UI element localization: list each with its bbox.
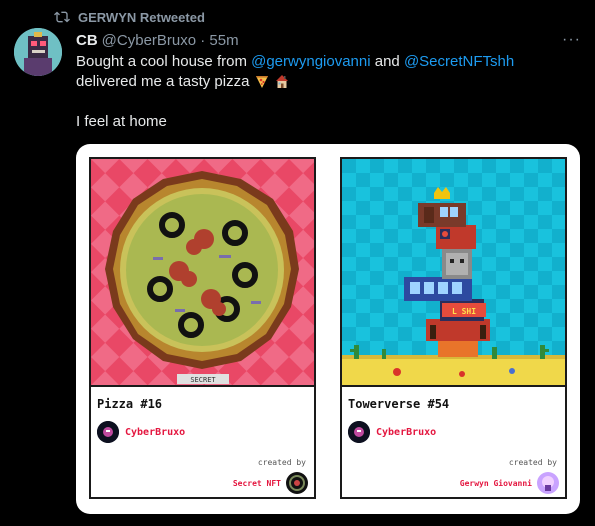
tweet-header: CB @CyberBruxo · 55m ··· <box>76 30 581 50</box>
pizza-artwork: SECRET <box>91 159 314 385</box>
handle-and-time[interactable]: @CyberBruxo · 55m <box>102 32 239 49</box>
text-segment: Bought a cool house from <box>76 53 252 70</box>
owner-avatar <box>97 421 119 443</box>
more-icon[interactable]: ··· <box>562 31 581 49</box>
creator-name: Secret NFT <box>232 478 281 488</box>
house-emoji-icon <box>275 75 288 88</box>
mention-secretnftshh[interactable]: @SecretNFTshh <box>404 53 514 70</box>
pizza-art-caption: SECRET <box>190 376 216 384</box>
card-divider <box>342 385 565 387</box>
avatar[interactable] <box>14 28 62 76</box>
owner-avatar <box>348 421 370 443</box>
card-divider <box>91 385 314 387</box>
nft-card-pizza[interactable]: SECRET Pizza #16 CyberBruxo created by S… <box>89 157 316 499</box>
tweet-line-2: I feel at home <box>76 113 167 130</box>
mention-gerwyngiovanni[interactable]: @gerwyngiovanni <box>251 53 370 70</box>
retweet-icon <box>54 11 70 23</box>
creator-info[interactable]: Secret NFT <box>233 472 308 494</box>
retweet-context[interactable]: GERWYN Retweeted <box>54 8 205 26</box>
tweet-media[interactable]: SECRET Pizza #16 CyberBruxo created by S… <box>76 144 580 514</box>
tweet-text: Bought a cool house from @gerwyngiovanni… <box>76 52 576 132</box>
creator-avatar <box>286 472 308 494</box>
creator-avatar <box>537 472 559 494</box>
retweet-label: GERWYN Retweeted <box>78 9 205 25</box>
owner-info[interactable]: CyberBruxo <box>348 421 436 443</box>
creator-name: Gerwyn Giovanni <box>459 478 532 488</box>
owner-name: CyberBruxo <box>125 426 186 438</box>
tower-sign-text: L SHI <box>452 307 476 316</box>
nft-card-towerverse[interactable]: L SHI Towerverse #54 CyberBruxo created … <box>340 157 567 499</box>
creator-info[interactable]: Gerwyn Giovanni <box>460 472 559 494</box>
created-by-label: created by <box>257 458 306 467</box>
towerverse-artwork: L SHI <box>342 159 565 385</box>
pizza-emoji-icon <box>255 76 268 88</box>
text-segment: delivered me a tasty pizza <box>76 73 250 90</box>
display-name[interactable]: CB <box>76 32 98 49</box>
created-by-label: created by <box>508 458 557 467</box>
text-segment: and <box>370 53 404 70</box>
owner-name: CyberBruxo <box>376 426 437 438</box>
owner-info[interactable]: CyberBruxo <box>97 421 185 443</box>
card-title[interactable]: Pizza #16 <box>97 397 162 411</box>
card-title[interactable]: Towerverse #54 <box>348 397 449 411</box>
